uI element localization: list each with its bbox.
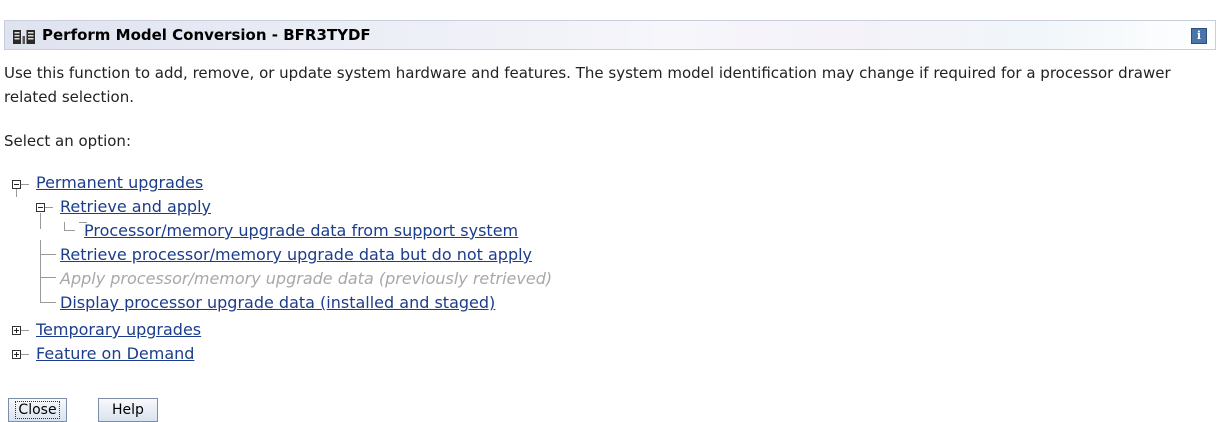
tree-connector-line [40, 254, 56, 255]
info-icon[interactable]: i [1191, 28, 1207, 44]
plus-toggle-icon[interactable] [12, 326, 21, 335]
tree-item-feature-on-demand[interactable]: Feature on Demand [36, 344, 194, 364]
tree-connector-line [45, 207, 53, 208]
console-icon [13, 30, 35, 44]
window-title-bar: Perform Model Conversion - BFR3TYDF i [4, 20, 1216, 50]
help-button[interactable]: Help [98, 398, 158, 422]
tree-item-temporary-upgrades[interactable]: Temporary upgrades [36, 320, 201, 340]
tree-item-retrieve-no-apply[interactable]: Retrieve processor/memory upgrade data b… [60, 245, 532, 265]
description-text: Use this function to add, remove, or upd… [4, 64, 1171, 106]
tree-connector-line [40, 213, 41, 229]
window-title: Perform Model Conversion - BFR3TYDF [42, 26, 371, 44]
tree-connector-line [40, 240, 41, 303]
tree-connector-line [64, 230, 75, 231]
tree-connector-line [21, 330, 29, 331]
tree-connector-line [21, 184, 29, 185]
minus-toggle-icon[interactable] [12, 180, 21, 189]
plus-toggle-icon[interactable] [12, 350, 21, 359]
tree-connector-line [16, 189, 17, 197]
tree-connector-line [21, 354, 29, 355]
tree-connector-line [40, 302, 56, 303]
close-button-label: Close [15, 401, 60, 419]
tree-item-display-upgrade-data[interactable]: Display processor upgrade data (installe… [60, 293, 495, 313]
tree-item-apply-previous-disabled: Apply processor/memory upgrade data (pre… [60, 269, 553, 288]
close-button[interactable]: Close [8, 398, 67, 422]
minus-toggle-icon[interactable] [36, 203, 45, 212]
tree-item-support-system-data[interactable]: Processor/memory upgrade data from suppo… [84, 221, 518, 241]
tree-item-retrieve-and-apply[interactable]: Retrieve and apply [60, 197, 211, 217]
tree-connector-line [40, 277, 56, 278]
tree-item-permanent-upgrades[interactable]: Permanent upgrades [36, 173, 203, 193]
select-option-prompt: Select an option: [4, 132, 131, 150]
